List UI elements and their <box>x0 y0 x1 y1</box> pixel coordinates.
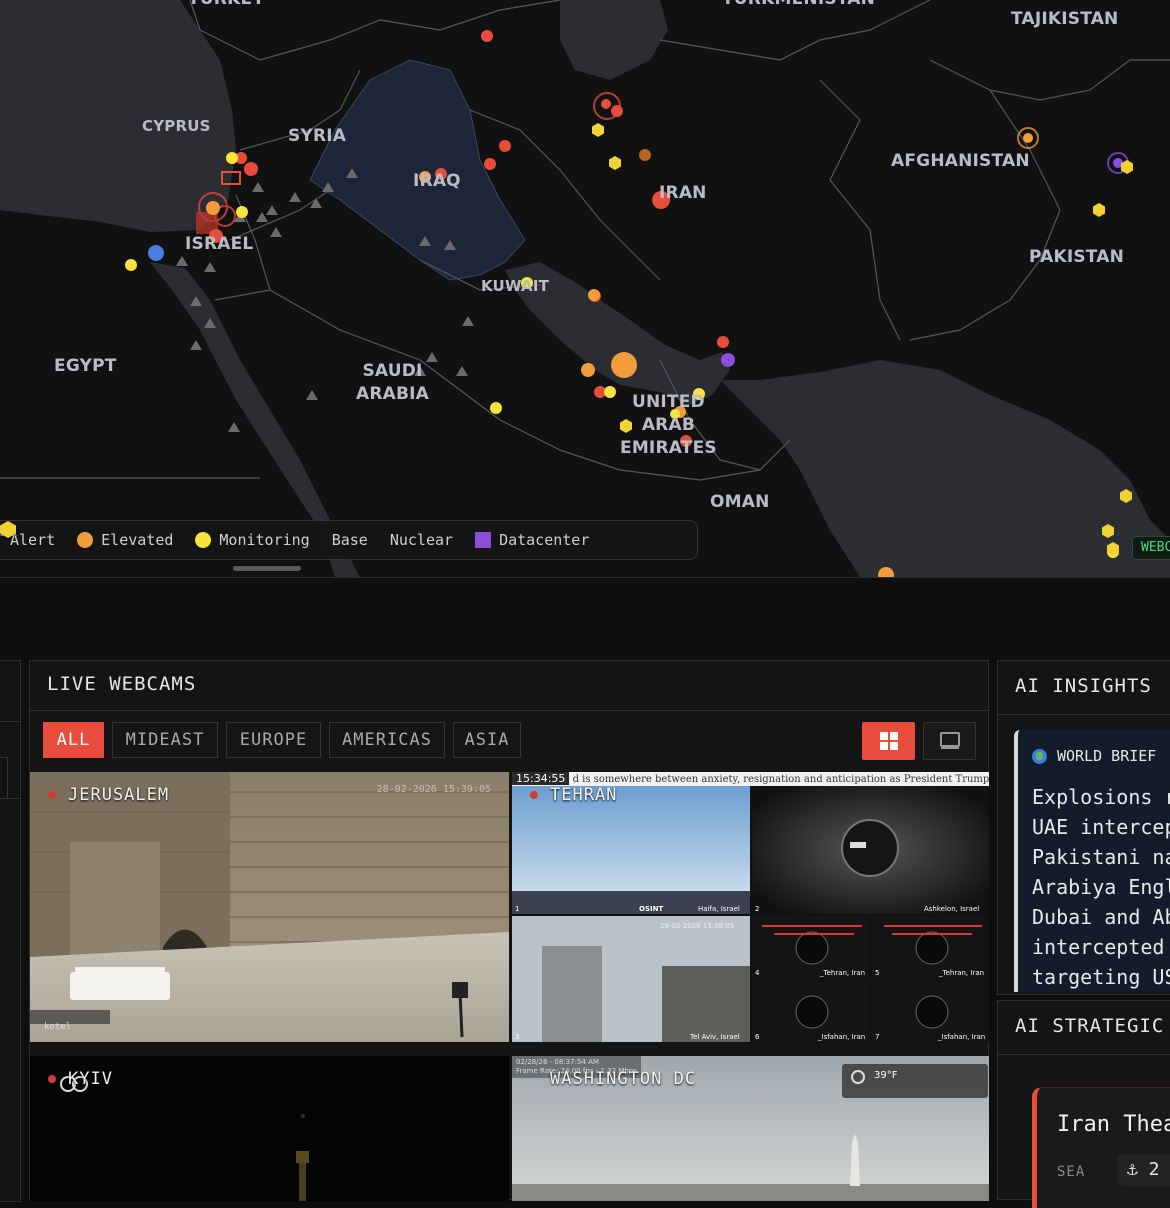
cam-watermark: kotel <box>44 1022 72 1032</box>
cam-label: JERUSALEM <box>48 785 169 805</box>
country-label-uae: UNITED ARAB EMIRATES <box>620 392 717 458</box>
single-view-button[interactable] <box>923 722 976 760</box>
threat-map[interactable]: TURKEY TURKMENISTAN TAJIKISTAN CYPRUS SY… <box>0 0 1170 578</box>
country-label-cyprus: CYPRUS <box>142 117 211 135</box>
tab-all[interactable]: ALL <box>43 722 104 758</box>
elevated-marker <box>639 149 651 161</box>
tab-americas[interactable]: AMERICAS <box>329 722 445 758</box>
webcam-jerusalem[interactable]: JERUSALEM 28-02-2026 15:39:05 kotel <box>30 772 509 1042</box>
theater-title: Iran Thea <box>1057 1112 1170 1137</box>
grid-view-button[interactable] <box>862 722 915 760</box>
datacenter-square-icon <box>475 532 492 548</box>
recording-dot-icon <box>48 1075 56 1083</box>
cam-label: WASHINGTON DC <box>550 1069 697 1089</box>
country-label-egypt: EGYPT <box>54 356 117 376</box>
recording-dot-icon <box>530 791 538 799</box>
country-label-iran: IRAN <box>659 183 707 203</box>
live-webcams-panel: LIVE WEBCAMS ALL MIDEAST EUROPE AMERICAS… <box>29 660 989 1201</box>
globe-icon <box>1032 748 1047 764</box>
ai-insights-panel: AI INSIGHTS WORLD BRIEF Explosions r UAE… <box>997 660 1170 995</box>
legend-item-datacenter: Datacenter <box>475 531 589 549</box>
tile-captions: 1 Haifa, Israel 2 Ashkelon, Israel 3 Tel… <box>515 905 986 1041</box>
theater-card[interactable]: Iran Thea SEA ⚓ 2 <box>1032 1087 1170 1208</box>
country-label-syria: SYRIA <box>288 126 347 146</box>
cam-label: KYIV <box>48 1069 113 1089</box>
single-view-icon <box>939 732 960 749</box>
base-marker <box>148 245 164 261</box>
brief-header: WORLD BRIEF <box>1032 747 1156 765</box>
jerusalem-feed <box>30 772 509 1042</box>
naval-count-badge: ⚓ 2 <box>1117 1154 1170 1186</box>
tab-mideast[interactable]: MIDEAST <box>112 722 218 758</box>
map-resize-handle[interactable] <box>233 566 301 571</box>
legend-item-monitoring: Monitoring <box>195 531 310 549</box>
nuclear-hexagon-icon <box>0 521 16 538</box>
cam-timestamp: 28-02-2026 15:39:05 <box>376 784 491 795</box>
recording-dot-icon <box>48 791 56 799</box>
grid-icon <box>879 732 898 750</box>
country-label-oman: OMAN <box>710 492 770 512</box>
world-brief-card: WORLD BRIEF Explosions r UAE intercep Pa… <box>1014 730 1170 992</box>
panel-title: LIVE WEBCAMS <box>47 673 197 695</box>
country-label-israel: ISRAEL <box>185 234 254 254</box>
cam-ticker: 15:34:55 d is somewhere between anxiety,… <box>512 772 989 786</box>
weather-temp: 39°F <box>874 1070 898 1081</box>
country-label-iraq: IRAQ <box>413 171 461 191</box>
country-label-afghanistan: AFGHANISTAN <box>891 151 1030 171</box>
webcam-kyiv[interactable]: KYIV <box>30 1056 509 1201</box>
tab-europe[interactable]: EUROPE <box>226 722 321 758</box>
webcams-layer-toggle[interactable]: WEBCAMS <box>1132 536 1170 560</box>
monitoring-dot-icon <box>195 532 212 548</box>
elevated-dot-icon <box>77 532 94 548</box>
webcam-washington-dc[interactable]: 02/28/26 - 08:37:54 AM Frame Rate: 24.00… <box>512 1056 989 1201</box>
map-legend: Alert Elevated Monitoring Base Nuclear D… <box>0 520 698 560</box>
country-label-turkey: TURKEY <box>188 0 265 11</box>
country-label-kuwait: KUWAIT <box>481 277 550 295</box>
country-label-tajikistan: TAJIKISTAN <box>1011 9 1119 29</box>
webcam-tehran[interactable]: 15:34:55 d is somewhere between anxiety,… <box>512 772 989 1042</box>
panel-title: AI INSIGHTS <box>1015 675 1152 697</box>
panel-title: AI STRATEGIC <box>1015 1015 1165 1037</box>
brief-text: Explosions r UAE intercep Pakistani na A… <box>1032 785 1170 989</box>
left-panel-edge <box>0 660 21 1202</box>
map-canvas[interactable] <box>0 0 1170 577</box>
country-label-turkmenistan: TURKMENISTAN <box>722 0 875 11</box>
legend-item-elevated: Elevated <box>77 531 173 549</box>
region-tabs: ALL MIDEAST EUROPE AMERICAS ASIA <box>43 722 529 758</box>
ai-strategic-panel: AI STRATEGIC Iran Thea SEA ⚓ 2 <box>997 1000 1170 1208</box>
cam-label: TEHRAN <box>530 785 617 805</box>
datacenter-marker <box>721 353 735 367</box>
tab-asia[interactable]: ASIA <box>453 722 521 758</box>
legend-item-nuclear: Nuclear <box>0 521 453 549</box>
country-label-saudi-arabia: SAUDI ARABIA <box>356 361 430 404</box>
theater-tag: SEA <box>1057 1164 1086 1180</box>
country-label-pakistan: PAKISTAN <box>1029 247 1125 267</box>
legend-item-base: Base <box>0 521 368 549</box>
